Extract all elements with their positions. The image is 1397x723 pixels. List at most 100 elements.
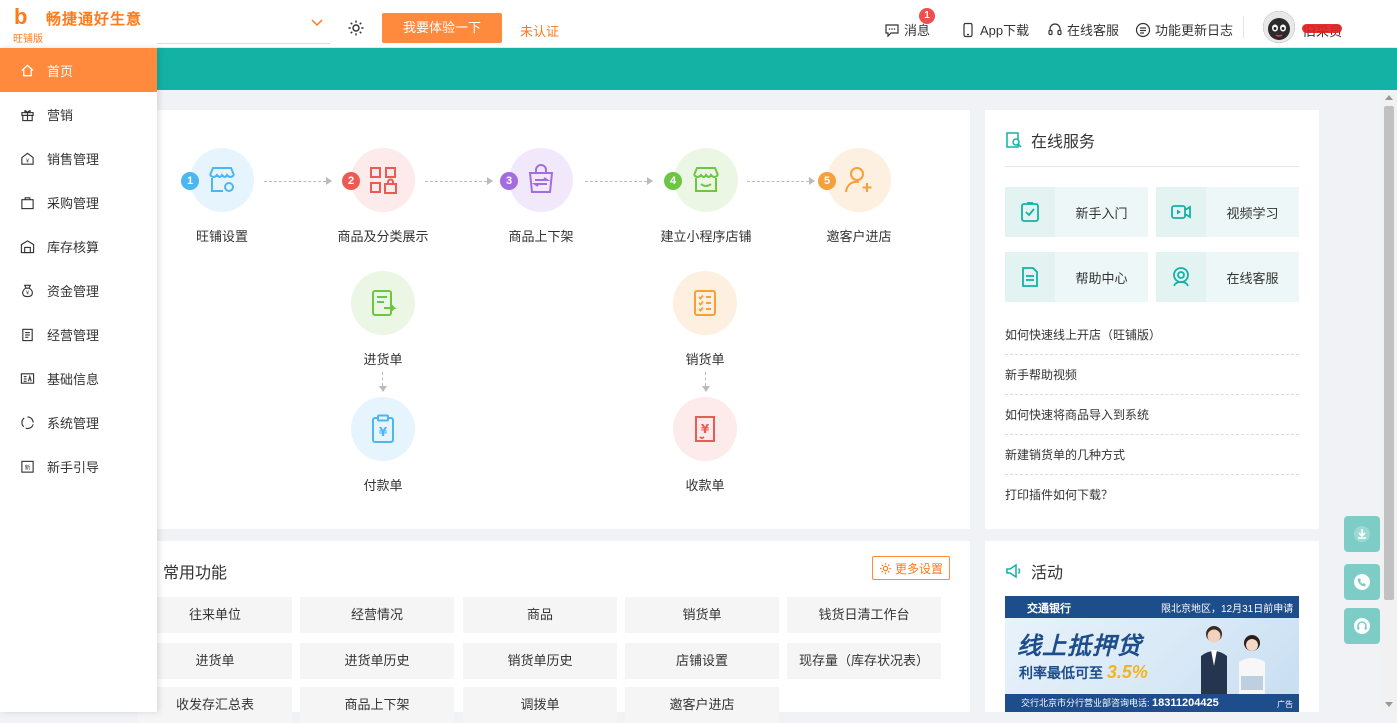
message-count-badge: 1 (919, 8, 935, 24)
flow-step-miniprogram[interactable]: 建立小程序店铺 (646, 148, 766, 245)
flow-payment-order[interactable]: ¥ 付款单 (323, 397, 443, 494)
app-logo[interactable]: b 畅捷通好生意 旺铺版 (0, 0, 157, 48)
quick-function-button[interactable]: 销货单 (625, 597, 779, 633)
sidebar-item-funds[interactable]: ¥ 资金管理 (0, 268, 157, 312)
scroll-up-arrow[interactable] (1385, 95, 1393, 100)
sidebar-item-home[interactable]: 首页 (0, 48, 157, 92)
divider (1005, 166, 1299, 167)
flow-step-invite[interactable]: 邀客户进店 (799, 148, 919, 245)
search-doc-icon (1006, 132, 1022, 148)
sales-order-label: 销货单 (685, 352, 725, 367)
ad-label: 广告 (1277, 700, 1293, 709)
faq-link[interactable]: 如何快速线上开店（旺铺版） (1005, 315, 1299, 355)
faq-link[interactable]: 新建销货单的几种方式 (1005, 435, 1299, 475)
header-divider (1243, 16, 1244, 38)
gear-icon[interactable] (347, 19, 365, 37)
message-icon (885, 23, 899, 37)
rate-prefix: 利率最低可至 (1019, 665, 1103, 681)
banner-rate-line: 利率最低可至 3.5% (1019, 662, 1148, 683)
user-avatar[interactable] (1263, 11, 1295, 43)
phone-call-icon (1354, 574, 1370, 590)
section-title-text: 在线服务 (1031, 134, 1096, 151)
support-agent-icon (1173, 267, 1189, 287)
rate-value: 3.5% (1106, 662, 1148, 682)
quick-function-button[interactable]: 收发存汇总表 (138, 687, 292, 723)
quick-function-button[interactable]: 经营情况 (300, 597, 454, 633)
online-service-title: 在线服务 (1005, 128, 1095, 152)
service-tile-label: 帮助中心 (1075, 270, 1128, 286)
quick-function-button[interactable]: 现存量（库存状况表） (787, 643, 941, 679)
flow-step-label: 商品及分类展示 (337, 229, 429, 244)
flow-receipt-order[interactable]: ¥ 收款单 (645, 397, 765, 494)
sidebar-item-label: 采购管理 (47, 195, 100, 211)
flow-step-label: 建立小程序店铺 (660, 229, 752, 244)
faq-link[interactable]: 打印插件如何下载？ (1005, 475, 1299, 515)
flow-sales-order[interactable]: 销货单 (645, 271, 765, 368)
online-service-link[interactable]: 在线客服 (1047, 20, 1119, 39)
scroll-down-arrow[interactable] (1385, 702, 1393, 707)
svg-text:¥: ¥ (701, 422, 710, 436)
guide-icon: 新 (21, 460, 34, 473)
payment-order-label: 付款单 (363, 478, 403, 493)
quick-function-button[interactable]: 调拨单 (463, 687, 617, 723)
quick-function-button[interactable]: 钱货日清工作台 (787, 597, 941, 633)
service-tile-label: 视频学习 (1226, 205, 1279, 221)
flow-step-shop-settings[interactable]: 旺铺设置 (162, 148, 282, 245)
sidebar-item-system[interactable]: 系统管理 (0, 400, 157, 444)
home-icon (21, 63, 34, 76)
quick-function-button[interactable]: 销货单历史 (463, 643, 617, 679)
sidebar-item-operations[interactable]: 经营管理 (0, 312, 157, 356)
float-phone-button[interactable] (1344, 564, 1380, 600)
service-tile-video[interactable]: 视频学习 (1156, 187, 1299, 237)
shop-settings-icon (190, 148, 254, 212)
page-scrollbar[interactable] (1381, 90, 1397, 712)
quick-function-button[interactable]: 进货单 (138, 643, 292, 679)
video-icon (1171, 205, 1191, 219)
svg-text:新: 新 (25, 463, 31, 471)
payment-order-icon: ¥ (351, 397, 415, 461)
flow-step-label: 邀客户进店 (826, 229, 892, 244)
flow-step-shelf[interactable]: 商品上下架 (481, 148, 601, 245)
float-service-button[interactable] (1344, 608, 1380, 644)
more-settings-button[interactable]: 更多设置 (872, 556, 950, 580)
activity-banner[interactable]: 交通银行 限北京地区，12月31日前申请 线上抵押贷 利率最低可至 3.5% 交… (1005, 596, 1299, 712)
flow-step-products[interactable]: 商品及分类展示 (323, 148, 443, 245)
shopping-bag-icon (509, 148, 573, 212)
quick-function-button[interactable]: 商品上下架 (300, 687, 454, 723)
flow-connector (425, 181, 487, 182)
app-download-label: App下载 (980, 23, 1030, 38)
quick-function-button[interactable]: 进货单历史 (300, 643, 454, 679)
flow-arrow (702, 386, 710, 392)
scrollbar-thumb[interactable] (1384, 106, 1394, 600)
app-download-link[interactable]: App下载 (960, 20, 1029, 39)
shop-selector[interactable] (157, 14, 330, 44)
try-experience-button[interactable]: 我要体验一下 (382, 13, 502, 43)
cert-status-link[interactable]: 未认证 (520, 21, 559, 40)
banner-region-note: 限北京地区，12月31日前申请 (1161, 604, 1294, 615)
sidebar-item-marketing[interactable]: 营销 (0, 92, 157, 136)
service-tile-getting-started[interactable]: 新手入门 (1005, 187, 1148, 237)
service-tile-online-service[interactable]: 在线客服 (1156, 252, 1299, 302)
document-icon (1022, 267, 1038, 287)
sidebar: 首页 营销 ¥ 销售管理 采购管理 库存核算 ¥ 资金管理 经营管理 基础信息 … (0, 48, 157, 712)
sidebar-item-basic-info[interactable]: 基础信息 (0, 356, 157, 400)
flow-arrow (809, 177, 815, 185)
sidebar-item-inventory[interactable]: 库存核算 (0, 224, 157, 268)
changelog-icon (1135, 22, 1151, 37)
sidebar-item-guide[interactable]: 新 新手引导 (0, 444, 157, 488)
faq-link[interactable]: 新手帮助视频 (1005, 355, 1299, 395)
quick-function-button[interactable]: 往来单位 (138, 597, 292, 633)
quick-function-button[interactable]: 店铺设置 (625, 643, 779, 679)
megaphone-icon (1006, 563, 1021, 579)
sidebar-item-purchase[interactable]: 采购管理 (0, 180, 157, 224)
service-tile-help-center[interactable]: 帮助中心 (1005, 252, 1148, 302)
quick-function-button[interactable]: 邀客户进店 (625, 687, 779, 723)
sales-order-icon (673, 271, 737, 335)
faq-link[interactable]: 如何快速将商品导入到系统 (1005, 395, 1299, 435)
float-download-button[interactable] (1344, 516, 1380, 552)
flow-purchase-order[interactable]: 进货单 (323, 271, 443, 368)
sidebar-item-sales[interactable]: ¥ 销售管理 (0, 136, 157, 180)
changelog-link[interactable]: 功能更新日志 (1135, 20, 1233, 39)
purchase-icon (21, 196, 34, 209)
quick-function-button[interactable]: 商品 (463, 597, 617, 633)
